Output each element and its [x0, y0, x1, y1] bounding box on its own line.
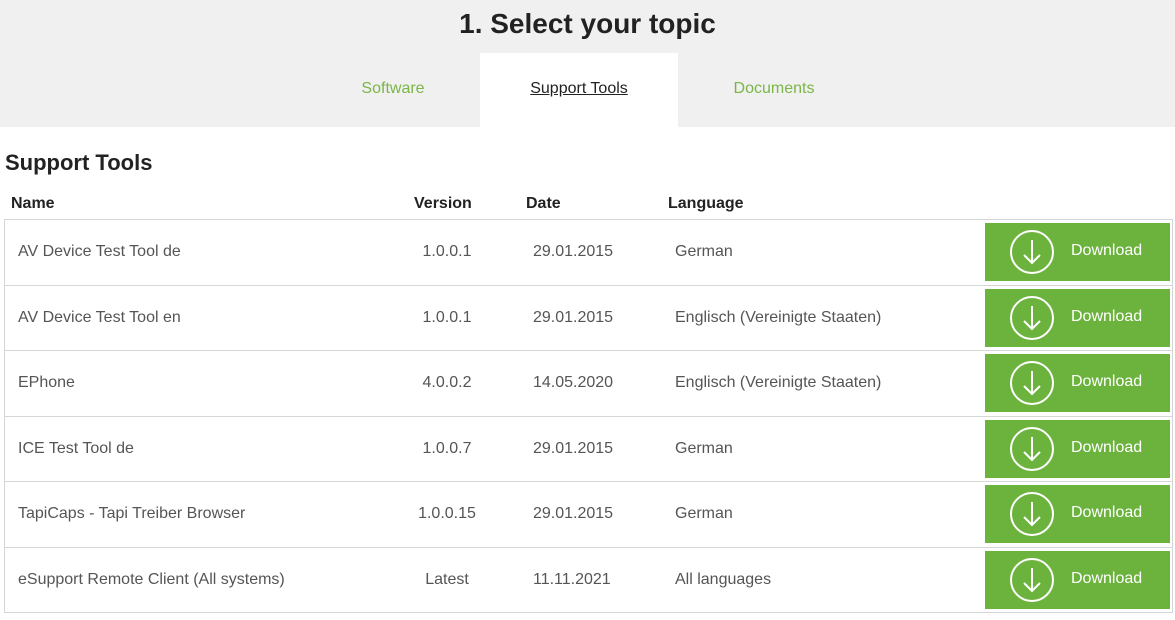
- download-label: Download: [1071, 373, 1143, 390]
- table-row: ICE Test Tool de 1.0.0.7 29.01.2015 Germ…: [5, 417, 1172, 482]
- tool-date: 29.01.2015: [533, 243, 614, 260]
- download-arrow-circle-icon: [1010, 230, 1054, 274]
- download-arrow-circle-icon: [1010, 557, 1054, 602]
- download-label: Download: [1071, 504, 1143, 521]
- tab-support-tools[interactable]: Support Tools: [480, 53, 678, 127]
- tool-language: Englisch (Vereinigte Staaten): [675, 308, 882, 326]
- download-arrow-circle-icon: [1010, 426, 1054, 471]
- tool-name: ICE Test Tool de: [18, 439, 134, 457]
- topic-tabs: Software Support Tools Documents: [0, 53, 1175, 127]
- tool-language: Englisch (Vereinigte Staaten): [675, 374, 882, 391]
- column-header-date: Date: [526, 195, 561, 212]
- column-header-name: Name: [11, 195, 55, 212]
- tool-version: 1.0.0.1: [422, 308, 472, 326]
- tool-language: German: [675, 505, 733, 522]
- tool-version: 4.0.0.2: [422, 374, 472, 391]
- tool-date: 29.01.2015: [533, 505, 614, 522]
- download-label: Download: [1071, 569, 1143, 587]
- tool-date: 11.11.2021: [533, 570, 611, 588]
- tool-version: Latest: [425, 570, 469, 588]
- download-button[interactable]: Download: [985, 223, 1170, 281]
- support-tools-table: AV Device Test Tool de 1.0.0.1 29.01.201…: [4, 219, 1173, 613]
- download-button[interactable]: Download: [985, 485, 1170, 543]
- tool-name: eSupport Remote Client (All systems): [18, 570, 285, 588]
- tool-name: AV Device Test Tool de: [18, 243, 181, 260]
- tool-name: EPhone: [18, 374, 75, 391]
- download-label: Download: [1071, 242, 1143, 259]
- download-button[interactable]: Download: [985, 354, 1170, 412]
- page-title: 1. Select your topic: [459, 8, 716, 39]
- tool-date: 29.01.2015: [533, 308, 614, 326]
- download-arrow-circle-icon: [1010, 295, 1054, 340]
- table-row: eSupport Remote Client (All systems) Lat…: [5, 548, 1172, 614]
- column-header-language: Language: [668, 195, 744, 212]
- tool-version: 1.0.0.7: [422, 439, 472, 457]
- column-header-version: Version: [414, 195, 472, 212]
- download-button[interactable]: Download: [985, 419, 1170, 478]
- table-row: AV Device Test Tool de 1.0.0.1 29.01.201…: [5, 220, 1172, 286]
- tool-date: 14.05.2020: [533, 374, 614, 391]
- download-button[interactable]: Download: [985, 288, 1170, 347]
- table-row: EPhone 4.0.0.2 14.05.2020 Englisch (Vere…: [5, 351, 1172, 417]
- download-label: Download: [1071, 307, 1143, 325]
- tool-name: TapiCaps - Tapi Treiber Browser: [18, 505, 246, 522]
- tool-version: 1.0.0.1: [422, 243, 472, 260]
- tool-date: 29.01.2015: [533, 439, 614, 457]
- download-arrow-circle-icon: [1010, 492, 1054, 536]
- tool-language: German: [675, 243, 733, 260]
- download-button[interactable]: Download: [985, 550, 1170, 609]
- tool-version: 1.0.0.15: [418, 505, 476, 522]
- tool-language: German: [675, 439, 733, 457]
- tab-software[interactable]: Software: [293, 53, 493, 127]
- download-label: Download: [1071, 438, 1143, 456]
- tool-name: AV Device Test Tool en: [18, 308, 181, 326]
- table-row: TapiCaps - Tapi Treiber Browser 1.0.0.15…: [5, 482, 1172, 548]
- download-arrow-circle-icon: [1010, 361, 1054, 405]
- tab-documents[interactable]: Documents: [674, 53, 874, 127]
- tool-language: All languages: [675, 570, 772, 588]
- table-row: AV Device Test Tool en 1.0.0.1 29.01.201…: [5, 286, 1172, 351]
- section-title: Support Tools: [5, 150, 153, 175]
